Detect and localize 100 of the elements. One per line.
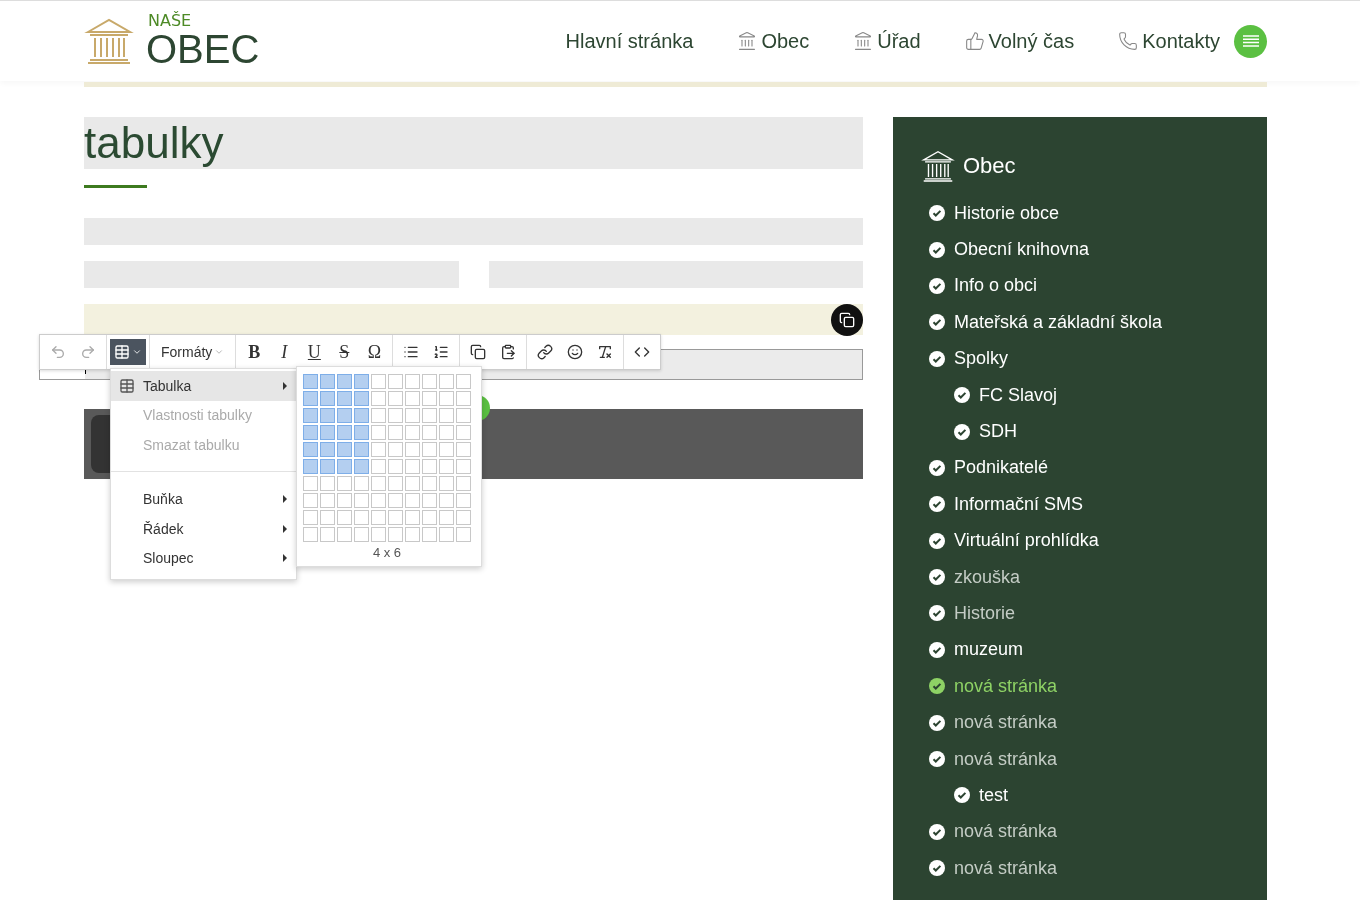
grid-cell[interactable] [439, 374, 454, 389]
grid-cell[interactable] [422, 391, 437, 406]
grid-cell[interactable] [456, 493, 471, 508]
grid-cell[interactable] [439, 476, 454, 491]
copy-badge-icon[interactable] [831, 304, 863, 336]
sidebar-link[interactable]: nová stránka [921, 813, 1267, 851]
grid-cell[interactable] [422, 459, 437, 474]
grid-cell[interactable] [320, 374, 335, 389]
grid-cell[interactable] [388, 408, 403, 423]
grid-cell[interactable] [303, 374, 318, 389]
grid-cell[interactable] [405, 527, 420, 542]
grid-cell[interactable] [337, 493, 352, 508]
grid-cell[interactable] [388, 442, 403, 457]
grid-cell[interactable] [354, 391, 369, 406]
menu-item[interactable]: Tabulka [111, 371, 296, 401]
grid-cell[interactable] [456, 374, 471, 389]
grid-cell[interactable] [439, 510, 454, 525]
sidebar-link[interactable]: Info o obci [921, 267, 1267, 305]
grid-cell[interactable] [354, 442, 369, 457]
table-button[interactable] [110, 339, 146, 365]
grid-cell[interactable] [456, 408, 471, 423]
grid-cell[interactable] [337, 442, 352, 457]
grid-cell[interactable] [354, 425, 369, 440]
grid-cell[interactable] [456, 459, 471, 474]
sidebar-link[interactable]: test [921, 777, 1267, 814]
grid-cell[interactable] [422, 442, 437, 457]
grid-cell[interactable] [303, 493, 318, 508]
grid-cell[interactable] [456, 391, 471, 406]
sidebar-link[interactable]: nová stránka [921, 740, 1267, 778]
nav-link[interactable]: Hlavní stránka [565, 29, 694, 53]
sidebar-link[interactable]: muzeum [921, 631, 1267, 669]
grid-cell[interactable] [405, 374, 420, 389]
grid-cell[interactable] [439, 459, 454, 474]
grid-cell[interactable] [405, 459, 420, 474]
grid-cell[interactable] [337, 374, 352, 389]
grid-cell[interactable] [303, 510, 318, 525]
grid-cell[interactable] [371, 408, 386, 423]
grid-cell[interactable] [337, 391, 352, 406]
grid-cell[interactable] [354, 408, 369, 423]
grid-cell[interactable] [439, 493, 454, 508]
nav-link[interactable]: Volný čas [964, 29, 1075, 53]
grid-cell[interactable] [456, 527, 471, 542]
grid-cell[interactable] [303, 408, 318, 423]
grid-cell[interactable] [388, 527, 403, 542]
grid-cell[interactable] [439, 425, 454, 440]
grid-cell[interactable] [422, 408, 437, 423]
grid-cell[interactable] [320, 391, 335, 406]
grid-cell[interactable] [422, 527, 437, 542]
grid-cell[interactable] [388, 476, 403, 491]
bold-button[interactable]: B [239, 339, 270, 365]
grid-cell[interactable] [405, 476, 420, 491]
sidebar-link[interactable]: Podnikatelé [921, 449, 1267, 487]
grid-cell[interactable] [422, 510, 437, 525]
grid-cell[interactable] [422, 476, 437, 491]
grid-cell[interactable] [320, 442, 335, 457]
grid-cell[interactable] [303, 459, 318, 474]
menu-item[interactable]: Buňka [111, 484, 296, 514]
formats-dropdown[interactable]: Formáty [153, 339, 233, 365]
grid-cell[interactable] [405, 510, 420, 525]
grid-cell[interactable] [405, 442, 420, 457]
grid-cell[interactable] [354, 374, 369, 389]
grid-cell[interactable] [303, 476, 318, 491]
nav-link[interactable]: Kontakty [1118, 29, 1220, 53]
grid-cell[interactable] [371, 459, 386, 474]
grid-cell[interactable] [337, 425, 352, 440]
sidebar-link[interactable]: FC Slavoj [921, 376, 1267, 414]
grid-cell[interactable] [303, 527, 318, 542]
sidebar-link[interactable]: Historie obce [921, 195, 1267, 232]
grid-cell[interactable] [456, 476, 471, 491]
grid-cell[interactable] [337, 510, 352, 525]
nav-link[interactable]: Úřad [853, 29, 921, 53]
underline-button[interactable]: U [299, 339, 330, 365]
sidebar-link[interactable]: Informační SMS [921, 486, 1267, 523]
grid-cell[interactable] [354, 476, 369, 491]
grid-cell[interactable] [320, 527, 335, 542]
grid-cell[interactable] [388, 425, 403, 440]
grid-cell[interactable] [354, 527, 369, 542]
grid-cell[interactable] [456, 442, 471, 457]
grid-cell[interactable] [405, 391, 420, 406]
glyph-button[interactable]: Ω [359, 339, 390, 365]
grid-cell[interactable] [405, 425, 420, 440]
grid-cell[interactable] [439, 391, 454, 406]
grid-cell[interactable] [439, 527, 454, 542]
sidebar-link[interactable]: zkouška [921, 558, 1267, 596]
grid-cell[interactable] [320, 459, 335, 474]
sidebar-link[interactable]: Mateřská a základní škola [921, 304, 1267, 341]
grid-cell[interactable] [422, 493, 437, 508]
grid-cell[interactable] [388, 459, 403, 474]
grid-cell[interactable] [337, 476, 352, 491]
grid-cell[interactable] [354, 459, 369, 474]
sidebar-link[interactable]: SDH [921, 413, 1267, 450]
grid-cell[interactable] [371, 476, 386, 491]
grid-cell[interactable] [303, 391, 318, 406]
grid-cell[interactable] [388, 510, 403, 525]
grid-cell[interactable] [320, 493, 335, 508]
grid-cell[interactable] [320, 425, 335, 440]
sidebar-link[interactable]: nová stránka [921, 850, 1267, 887]
grid-cell[interactable] [422, 374, 437, 389]
menu-button[interactable] [1234, 24, 1267, 58]
grid-cell[interactable] [371, 374, 386, 389]
